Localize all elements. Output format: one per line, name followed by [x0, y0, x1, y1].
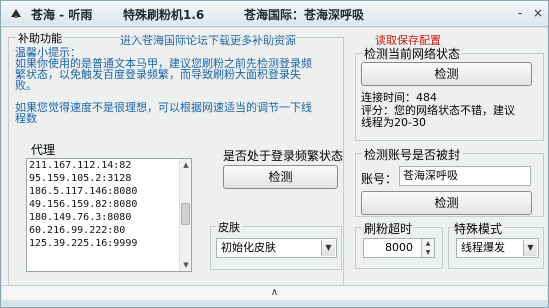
network-check-button[interactable]: 检测 [361, 62, 532, 86]
spin-down-icon[interactable]: ▼ [422, 248, 434, 257]
proxy-item[interactable]: 60.216.99.222:80 [29, 225, 125, 236]
spinner-buttons[interactable]: ▲ ▼ [421, 239, 434, 257]
proxy-label: 代理 [31, 143, 56, 157]
scroll-up-icon[interactable]: ▲ [181, 160, 191, 170]
app-name: 苍海 - 听雨 [31, 8, 93, 22]
proxy-item[interactable]: 95.159.105.2:3128 [29, 173, 131, 184]
network-score-line-2: 线程为20-30 [361, 116, 426, 129]
skin-label: 皮肤 [216, 219, 242, 235]
chevron-down-icon[interactable]: ▼ [523, 240, 537, 256]
login-freq-check-button[interactable]: 检测 [223, 165, 338, 189]
proxy-item[interactable]: 180.149.76.3:8080 [29, 212, 131, 223]
login-freq-label: 是否处于登录频繁状态 [223, 149, 344, 163]
proxy-item[interactable]: 125.39.225.16:9999 [29, 238, 137, 249]
org-name: 苍海国际：苍海深呼吸 [244, 8, 365, 22]
tip-line-3: 繁状态，以免触发百度登录频繁，而导致刷粉大面积登录失 [15, 68, 301, 81]
tip-line-6: 如果您觉得速度不是很理想，可以根据网速适当的调节一下线 [15, 101, 312, 114]
tip-line-7: 程数 [15, 112, 37, 125]
aux-group-title: 补助功能 [16, 30, 64, 46]
network-group-title: 检测当前网络状态 [362, 45, 463, 62]
special-mode-select[interactable]: 线程爆发 ▼ [456, 238, 539, 258]
scroll-thumb[interactable] [181, 203, 190, 225]
account-label: 账号： [361, 172, 398, 186]
title-bar: 苍海 - 听雨 特殊刷粉机1.6 苍海国际：苍海深呼吸 - × [1, 1, 548, 27]
spin-up-icon[interactable]: ▲ [422, 239, 434, 248]
skin-select-value: 初始化皮肤 [221, 241, 276, 254]
tip-line-4: 败。 [15, 79, 37, 92]
chevron-down-icon[interactable]: ▼ [321, 240, 335, 256]
software-name: 特殊刷粉机1.6 [123, 8, 205, 22]
account-check-button[interactable]: 检测 [361, 191, 532, 215]
proxy-item[interactable]: 186.5.117.146:8080 [29, 186, 137, 197]
special-label: 特殊模式 [452, 220, 505, 237]
close-button[interactable]: × [530, 6, 546, 20]
scroll-down-icon[interactable]: ▼ [181, 260, 191, 270]
main-window: 苍海 - 听雨 特殊刷粉机1.6 苍海国际：苍海深呼吸 - × 进入苍海国际论坛… [0, 0, 549, 308]
proxy-item[interactable]: 211.167.112.14:82 [29, 160, 131, 171]
minimize-button[interactable]: - [512, 6, 528, 20]
app-logo-icon [11, 9, 21, 18]
account-group-title: 检测账号是否被封 [362, 146, 463, 163]
timeout-label: 刷粉超时 [362, 220, 415, 237]
account-input[interactable]: 苍海深呼吸 [399, 166, 531, 186]
special-mode-value: 线程爆发 [461, 241, 505, 254]
proxy-list[interactable]: 211.167.112.14:82 95.159.105.2:3128 186.… [26, 158, 192, 272]
skin-select[interactable]: 初始化皮肤 ▼ [216, 238, 337, 258]
timeout-value: 8000 [385, 241, 413, 254]
proxy-item[interactable]: 49.156.159.82:8080 [29, 199, 137, 210]
timeout-spinner[interactable]: 8000 ▲ ▼ [363, 238, 435, 258]
bottom-toggle-bar[interactable]: ∧ [2, 285, 547, 300]
proxy-scrollbar[interactable]: ▲ ▼ [179, 159, 191, 271]
